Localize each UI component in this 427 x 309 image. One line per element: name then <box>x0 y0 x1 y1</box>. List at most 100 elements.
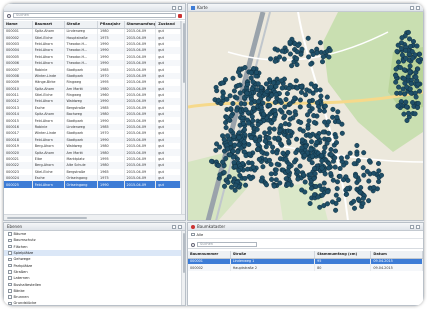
tree-marker[interactable] <box>308 147 314 153</box>
tree-marker[interactable] <box>311 165 317 171</box>
tree-marker[interactable] <box>269 176 275 182</box>
tree-marker[interactable] <box>371 170 377 176</box>
tree-marker[interactable] <box>353 173 359 179</box>
tree-marker[interactable] <box>314 100 320 106</box>
tree-marker[interactable] <box>351 205 357 211</box>
tree-marker[interactable] <box>248 75 254 81</box>
tree-marker[interactable] <box>241 121 247 127</box>
layer-visibility-checkbox[interactable] <box>8 276 12 280</box>
tree-marker[interactable] <box>285 181 291 187</box>
tree-marker[interactable] <box>333 140 339 146</box>
tree-marker[interactable] <box>248 176 254 182</box>
column-header[interactable]: Zustand <box>155 21 181 29</box>
tree-marker[interactable] <box>336 197 342 203</box>
tree-marker[interactable] <box>234 95 240 101</box>
tree-marker[interactable] <box>275 135 281 141</box>
tree-marker[interactable] <box>325 119 331 125</box>
tree-marker[interactable] <box>277 180 283 186</box>
tree-marker[interactable] <box>328 171 334 177</box>
tree-marker[interactable] <box>299 46 305 52</box>
tree-marker[interactable] <box>328 151 334 157</box>
table-row[interactable]: 000025 Feld-Ahorn Ortseingang 1990 2015-04-0… <box>4 181 181 188</box>
tree-marker[interactable] <box>298 119 304 125</box>
tree-marker[interactable] <box>256 156 262 162</box>
tree-marker[interactable] <box>354 151 360 157</box>
tree-marker[interactable] <box>325 189 331 195</box>
column-header[interactable]: Name <box>4 21 33 29</box>
tree-marker[interactable] <box>327 47 333 53</box>
tree-marker[interactable] <box>326 130 332 136</box>
tree-marker[interactable] <box>287 116 293 122</box>
tree-marker[interactable] <box>376 179 382 185</box>
tree-marker[interactable] <box>317 107 323 113</box>
tree-marker[interactable] <box>335 109 341 115</box>
table-row[interactable]: 000002 Hauptstraße 2 80 09.04.2015 <box>188 264 423 271</box>
tree-marker[interactable] <box>248 134 254 140</box>
tree-marker[interactable] <box>395 59 401 65</box>
tree-marker[interactable] <box>317 204 323 210</box>
tree-marker[interactable] <box>306 103 312 109</box>
tree-marker[interactable] <box>294 62 300 68</box>
tree-marker[interactable] <box>221 169 227 175</box>
tree-marker[interactable] <box>319 59 325 65</box>
tree-marker[interactable] <box>279 85 285 91</box>
tree-marker[interactable] <box>312 171 318 177</box>
tree-marker[interactable] <box>249 114 255 120</box>
tree-marker[interactable] <box>270 149 276 155</box>
tree-marker[interactable] <box>414 43 420 49</box>
tree-marker[interactable] <box>244 90 250 96</box>
layer-visibility-checkbox[interactable] <box>8 295 12 299</box>
tree-marker[interactable] <box>334 186 340 192</box>
tree-marker[interactable] <box>306 54 312 60</box>
tree-marker[interactable] <box>375 160 381 166</box>
tree-marker[interactable] <box>237 66 243 72</box>
column-header[interactable]: Straße <box>64 21 99 29</box>
tree-marker[interactable] <box>344 185 350 191</box>
filter-checkbox[interactable] <box>191 232 195 237</box>
tree-marker[interactable] <box>246 120 252 126</box>
tree-marker[interactable] <box>311 175 317 181</box>
layer-visibility-checkbox[interactable] <box>8 238 12 243</box>
tree-marker[interactable] <box>299 145 305 151</box>
tree-marker[interactable] <box>355 196 361 202</box>
tree-marker[interactable] <box>334 179 340 185</box>
tree-marker[interactable] <box>263 144 269 150</box>
tree-marker[interactable] <box>230 148 236 154</box>
tree-marker[interactable] <box>279 48 285 54</box>
tree-marker[interactable] <box>271 116 277 122</box>
tree-marker[interactable] <box>226 174 232 180</box>
tree-marker[interactable] <box>274 150 280 156</box>
tree-marker[interactable] <box>324 140 330 146</box>
layer-visibility-checkbox[interactable] <box>8 257 12 262</box>
tree-marker[interactable] <box>294 49 300 55</box>
tree-marker[interactable] <box>318 153 324 159</box>
layer-tree-item[interactable]: Grundstücke <box>4 300 181 305</box>
tree-marker[interactable] <box>224 106 230 112</box>
tree-marker[interactable] <box>315 134 321 140</box>
tree-marker[interactable] <box>242 65 248 71</box>
tree-marker[interactable] <box>235 149 241 155</box>
tree-marker[interactable] <box>217 172 223 178</box>
tree-marker[interactable] <box>262 138 268 144</box>
tree-marker[interactable] <box>311 192 317 198</box>
tree-marker[interactable] <box>250 118 256 124</box>
tree-marker[interactable] <box>281 56 287 62</box>
tree-marker[interactable] <box>405 29 411 35</box>
tree-marker[interactable] <box>292 95 298 101</box>
tree-marker[interactable] <box>295 169 301 175</box>
tree-marker[interactable] <box>403 99 409 105</box>
tree-marker[interactable] <box>245 166 251 172</box>
tree-marker[interactable] <box>321 180 327 186</box>
tree-marker[interactable] <box>360 165 366 171</box>
tree-marker[interactable] <box>410 55 416 61</box>
tree-marker[interactable] <box>376 168 382 174</box>
tree-marker[interactable] <box>292 109 298 115</box>
tree-marker[interactable] <box>229 184 235 190</box>
layer-visibility-checkbox[interactable] <box>8 270 12 274</box>
tree-marker[interactable] <box>287 101 293 107</box>
tree-marker[interactable] <box>230 100 236 106</box>
tree-marker[interactable] <box>407 44 413 50</box>
tree-marker[interactable] <box>287 128 293 134</box>
tree-marker[interactable] <box>308 171 314 177</box>
tree-marker[interactable] <box>406 36 412 42</box>
